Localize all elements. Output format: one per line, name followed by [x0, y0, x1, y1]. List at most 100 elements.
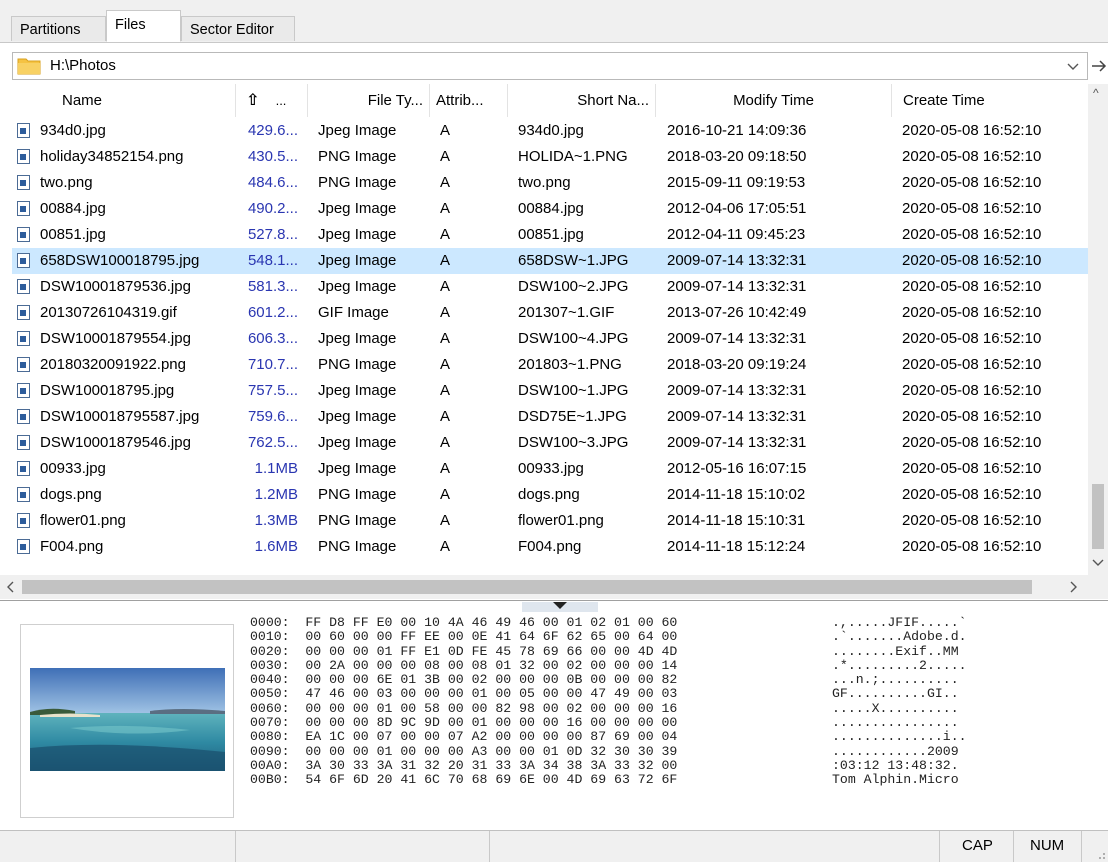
file-create-time: 2020-05-08 16:52:10	[902, 304, 1042, 321]
image-file-icon	[17, 123, 30, 138]
resize-grip-icon[interactable]	[1094, 848, 1106, 860]
column-name-header[interactable]: Name	[12, 84, 236, 117]
file-size: 430.5...	[247, 148, 298, 165]
file-row[interactable]: flower01.png 1.3MB PNG Image Aflower01.png 2…	[12, 508, 1088, 534]
scroll-left-icon[interactable]	[6, 581, 16, 593]
file-row[interactable]: 20180320091922.png 710.7... PNG Image A 2018…	[12, 352, 1088, 378]
file-row[interactable]: 20130726104319.gif 601.2... GIF Image A 2013…	[12, 300, 1088, 326]
column-attrib-header[interactable]: Attrib...	[430, 84, 508, 117]
hex-line: 0070: 00 00 00 8D 9C 9D 00 01 00 00 00 1…	[250, 715, 678, 731]
tab-sector-editor[interactable]: Sector Editor	[181, 16, 295, 41]
scroll-right-icon[interactable]	[1068, 581, 1078, 593]
file-name: DSW100018795587.jpg	[40, 408, 200, 425]
column-create-time-header[interactable]: Create Time	[892, 84, 1088, 117]
hex-line: 0080: EA 1C 00 07 00 00 07 A2 00 00 00 0…	[250, 729, 678, 745]
ascii-line: .,.....JFIF.....`	[832, 615, 967, 630]
file-name: 934d0.jpg	[40, 122, 106, 139]
ascii-line: ................	[832, 715, 959, 731]
ascii-line: ........Exif..MM	[832, 643, 959, 659]
file-row[interactable]: 658DSW100018795.jpg 548.1... Jpeg Image A 65…	[12, 248, 1088, 274]
collapse-triangle-icon[interactable]	[553, 602, 567, 609]
file-row[interactable]: 934d0.jpg 429.6... Jpeg Image A 934d0.jpg 201…	[12, 118, 1088, 144]
file-type: Jpeg Image	[318, 460, 397, 477]
hex-line: 00B0: 54 6F 6D 20 41 6C 70 68 69 6E 00 4…	[250, 772, 678, 788]
file-short-name: DSW100~1.JPG	[518, 382, 629, 399]
file-type: Jpeg Image	[318, 278, 397, 295]
file-row[interactable]: holiday34852154.png 430.5... PNG Image A HOL…	[12, 144, 1088, 170]
status-cell-3	[490, 831, 940, 862]
file-create-time: 2020-05-08 16:52:10	[902, 486, 1042, 503]
scroll-up-icon[interactable]: ^	[1093, 86, 1099, 100]
file-type: GIF Image	[318, 304, 389, 321]
file-modify-time: 2013-07-26 10:42:49	[667, 304, 807, 321]
file-type: Jpeg Image	[318, 330, 397, 347]
file-attrib: A	[440, 122, 451, 139]
horizontal-scroll-thumb[interactable]	[22, 580, 1032, 594]
file-short-name: flower01.png	[518, 512, 604, 529]
tab-partitions[interactable]: Partitions	[11, 16, 106, 41]
file-type: Jpeg Image	[318, 434, 397, 451]
image-thumbnail	[30, 668, 225, 771]
scroll-down-icon[interactable]	[1092, 558, 1104, 568]
file-size: 710.7...	[247, 356, 298, 373]
sort-ascending-icon: ⇧	[246, 92, 260, 109]
image-file-icon	[17, 539, 30, 554]
file-modify-time: 2009-07-14 13:32:31	[667, 330, 807, 347]
file-row[interactable]: 00851.jpg 527.8... Jpeg Image A 00851.jpg 201…	[12, 222, 1088, 248]
file-attrib: A	[440, 252, 451, 269]
image-file-icon	[17, 253, 30, 268]
file-name: 00933.jpg	[40, 460, 106, 477]
path-combobox[interactable]: H:\Photos	[12, 52, 1088, 80]
num-lock-indicator: NUM	[1014, 831, 1082, 862]
arrow-right-icon[interactable]	[1091, 54, 1107, 78]
hex-line: 0000: FF D8 FF E0 00 10 4A 46 49 46 00 0…	[250, 615, 678, 630]
column-type-header[interactable]: File Ty...	[308, 84, 430, 117]
file-type: Jpeg Image	[318, 382, 397, 399]
ascii-line: .....X..........	[832, 700, 959, 716]
tab-files[interactable]: Files	[106, 10, 181, 42]
file-list[interactable]: Name ⇧ ... File Ty... Attrib... Short Na…	[12, 84, 1108, 600]
tab-label: Sector Editor	[190, 22, 274, 38]
horizontal-scrollbar[interactable]	[0, 575, 1108, 599]
file-name: 00851.jpg	[40, 226, 106, 243]
file-type: Jpeg Image	[318, 226, 397, 243]
file-modify-time: 2014-11-18 15:10:31	[667, 512, 806, 529]
file-type: PNG Image	[318, 486, 397, 503]
file-row[interactable]: 00933.jpg 1.1MB Jpeg Image A 00933.jpg 2012-0…	[12, 456, 1088, 482]
file-name: 20130726104319.gif	[40, 304, 177, 321]
file-row[interactable]: DSW100018795.jpg 757.5... Jpeg Image A DSW10…	[12, 378, 1088, 404]
column-size-header[interactable]: ⇧ ...	[236, 84, 308, 117]
hex-line: 0020: 00 00 00 01 FF E1 0D FE 45 78 69 6…	[250, 643, 678, 659]
path-text: H:\Photos	[50, 57, 116, 74]
image-file-icon	[17, 435, 30, 450]
file-attrib: A	[440, 226, 451, 243]
file-row[interactable]: 00884.jpg 490.2... Jpeg Image A 00884.jpg 201…	[12, 196, 1088, 222]
file-create-time: 2020-05-08 16:52:10	[902, 148, 1042, 165]
file-type: PNG Image	[318, 538, 397, 555]
ascii-line: ..............i..	[832, 729, 967, 745]
file-row[interactable]: dogs.png 1.2MB PNG Image Adogs.png 2014-11-1…	[12, 482, 1088, 508]
file-create-time: 2020-05-08 16:52:10	[902, 382, 1042, 399]
file-row[interactable]: F004.png 1.6MB PNG Image A F004.png 2014-11-1…	[12, 534, 1088, 560]
hex-line: 0090: 00 00 00 01 00 00 00 A3 00 00 01 0…	[250, 743, 678, 759]
vertical-scroll-thumb[interactable]	[1092, 484, 1104, 549]
image-file-icon	[17, 487, 30, 502]
file-row[interactable]: DSW10001879554.jpg 606.3... Jpeg Image A DSW…	[12, 326, 1088, 352]
file-attrib: A	[440, 434, 451, 451]
image-file-icon	[17, 227, 30, 242]
file-type: Jpeg Image	[318, 122, 397, 139]
file-attrib: A	[440, 460, 451, 477]
file-modify-time: 2009-07-14 13:32:31	[667, 252, 807, 269]
chevron-down-icon[interactable]	[1067, 57, 1079, 75]
file-name: DSW10001879546.jpg	[40, 434, 191, 451]
file-row[interactable]: DSW10001879536.jpg 581.3... Jpeg Image A DSW…	[12, 274, 1088, 300]
file-size: 1.6MB	[254, 538, 298, 555]
file-row[interactable]: DSW10001879546.jpg 762.5... Jpeg Image A DSW…	[12, 430, 1088, 456]
vertical-scrollbar[interactable]: ^	[1088, 84, 1108, 575]
file-name: DSW100018795.jpg	[40, 382, 175, 399]
column-short-name-header[interactable]: Short Na...	[508, 84, 656, 117]
file-row[interactable]: two.png 484.6... PNG Image Atwo.png 2015-09-…	[12, 170, 1088, 196]
file-size: 1.1MB	[254, 460, 298, 477]
file-row[interactable]: DSW100018795587.jpg 759.6... Jpeg Image A DS…	[12, 404, 1088, 430]
column-modify-time-header[interactable]: Modify Time	[656, 84, 892, 117]
